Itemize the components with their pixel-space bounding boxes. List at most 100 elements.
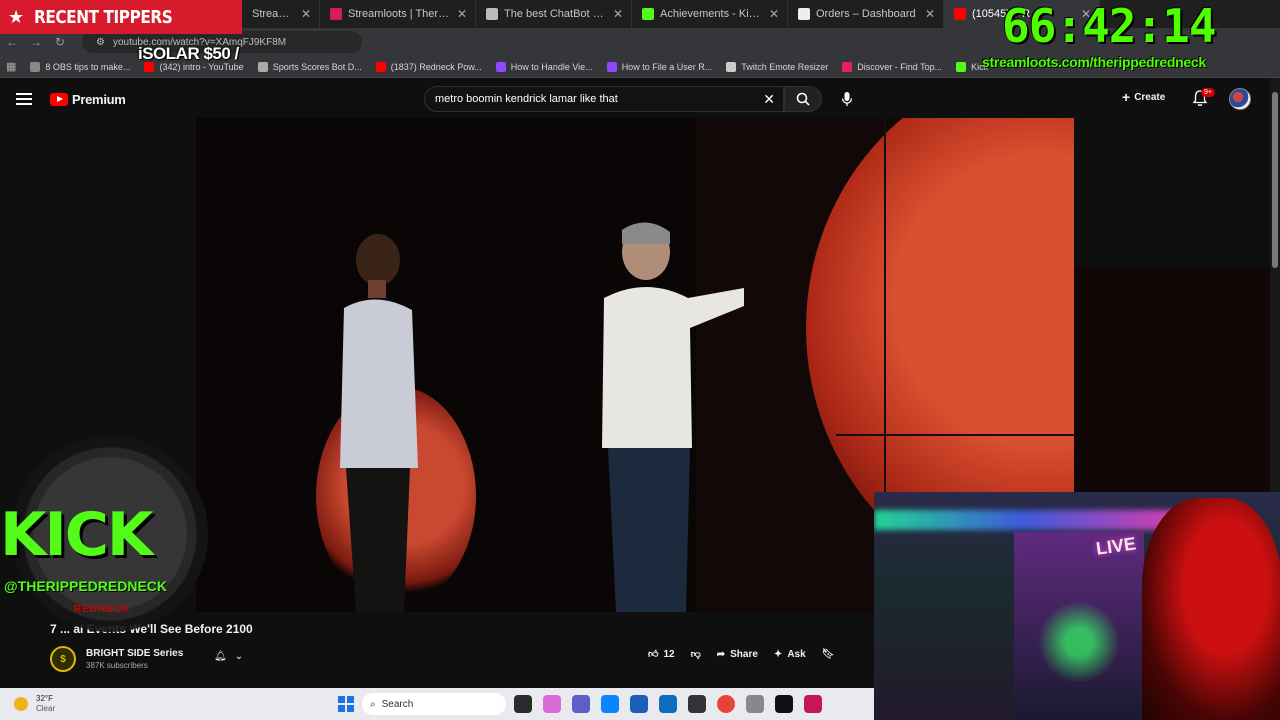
subscription-bell-button[interactable]: 🔔︎ ⌄ — [214, 651, 243, 662]
share-icon: ➦ — [716, 648, 726, 660]
like-count: 12 — [663, 648, 675, 660]
chrome-icon[interactable] — [717, 695, 735, 713]
create-button[interactable]: + Create — [1122, 89, 1165, 105]
channel-info[interactable]: $ BRIGHT SIDE Series 387K subscribers — [50, 646, 183, 672]
taskbar-search[interactable]: ⌕ Search — [362, 693, 506, 715]
bookmark-icon — [495, 61, 506, 72]
bookmark-item[interactable]: Discover - Find Top... — [842, 61, 942, 72]
bookmark-label: How to Handle Vie... — [510, 61, 593, 72]
kick-handle: @THERIPPEDREDNECK — [4, 578, 168, 594]
bookmark-item[interactable]: How to Handle Vie... — [495, 61, 593, 72]
store-icon[interactable] — [630, 695, 648, 713]
star-icon: ★ — [8, 6, 25, 27]
sparkle-icon: ✦ — [773, 648, 783, 660]
tab-streamelements[interactable]: StreamElements - ripppedredne ✕ — [242, 0, 320, 28]
tab-title: Orders – Dashboard — [816, 8, 916, 20]
webcam-gaming-chair — [1142, 498, 1280, 720]
bookmark-icon — [726, 61, 737, 72]
bookmark-label: (1837) Redneck Pow... — [390, 61, 482, 72]
voice-search-button[interactable] — [834, 86, 860, 112]
logo-text: Premium — [72, 91, 126, 107]
tab-title: The best ChatBot and Widgets — [504, 8, 607, 20]
thumbs-up-icon: 👍︎ — [648, 649, 659, 660]
channel-name[interactable]: BRIGHT SIDE Series — [86, 648, 183, 659]
close-icon[interactable]: ✕ — [925, 7, 935, 21]
taskbar-apps — [514, 695, 822, 713]
teams-icon[interactable] — [572, 695, 590, 713]
tab-kick-achievements[interactable]: Achievements - Kick Dashboar ✕ — [632, 0, 788, 28]
weather-widget[interactable]: 32°F Clear — [14, 694, 55, 714]
webcam-neon-strip — [874, 510, 1174, 530]
video-presenter-woman — [340, 234, 418, 612]
webcam-green-glow — [1024, 602, 1134, 682]
youtube-play-icon — [50, 92, 68, 106]
bookmark-item[interactable]: 8 OBS tips to make... — [30, 61, 130, 72]
share-button[interactable]: ➦ Share — [717, 649, 758, 660]
close-icon[interactable]: ✕ — [613, 7, 623, 21]
search-icon — [796, 92, 810, 106]
forward-icon[interactable]: → — [24, 35, 48, 49]
bookmark-item[interactable]: How to File a User R... — [606, 61, 712, 72]
search-button[interactable] — [784, 86, 822, 112]
subscriber-count: 387K subscribers — [86, 661, 148, 670]
outlook-icon[interactable] — [659, 695, 677, 713]
app-icon[interactable] — [775, 695, 793, 713]
kick-logo-text: KICK — [0, 500, 153, 570]
plus-icon: + — [1122, 89, 1131, 105]
youtube-icon — [954, 8, 966, 20]
search-input[interactable]: metro boomin kendrick lamar like that ✕ — [424, 86, 784, 112]
ask-button[interactable]: ✦ Ask — [774, 649, 806, 660]
notification-count-badge: 9+ — [1201, 88, 1215, 97]
obs-icon[interactable] — [688, 695, 706, 713]
taskbar-search-label: Search — [381, 698, 414, 710]
streamloots-url: streamloots.com/therippedredneck — [982, 54, 1206, 70]
tab-chatbot[interactable]: The best ChatBot and Widgets ✕ — [476, 0, 632, 28]
like-button[interactable]: 👍︎ 12 — [648, 648, 675, 661]
tab-streamloots[interactable]: Streamloots | Therippedredne ✕ — [320, 0, 476, 28]
temperature: 32°F — [36, 694, 53, 703]
chevron-down-icon: ⌄ — [234, 651, 244, 662]
thumbs-down-icon: 👎︎ — [690, 649, 701, 660]
back-icon[interactable]: ← — [0, 35, 24, 49]
chatbot-icon — [486, 8, 498, 20]
channel-avatar[interactable]: $ — [50, 646, 76, 672]
task-view-icon[interactable] — [514, 695, 532, 713]
tab-title: StreamElements - ripppedredne — [252, 8, 295, 20]
bookmark-icon — [956, 61, 967, 72]
bookmark-item[interactable]: (1837) Redneck Pow... — [375, 61, 482, 72]
reload-icon[interactable]: ↻ — [48, 35, 72, 49]
bookmark-label: Twitch Emote Resizer — [741, 61, 829, 72]
kick-overlay-badge: KICK @THERIPPEDREDNECK REDNECK — [0, 436, 224, 636]
emblem-text: REDNECK — [74, 604, 131, 615]
clear-search-icon[interactable]: ✕ — [763, 91, 775, 108]
tip-ticker: iSOLAR $50 / — [138, 44, 239, 63]
tab-orders[interactable]: Orders – Dashboard ✕ — [788, 0, 944, 28]
bell-icon: 🔔︎ — [214, 651, 227, 662]
bookmark-label: Sports Scores Bot D... — [272, 61, 362, 72]
dislike-button[interactable]: 👎︎ — [691, 648, 701, 660]
weather-condition: Clear — [36, 704, 56, 713]
close-icon[interactable]: ✕ — [769, 7, 779, 21]
copilot-icon[interactable] — [543, 695, 561, 713]
bookmark-icon — [257, 61, 268, 72]
app-icon[interactable] — [804, 695, 822, 713]
close-icon[interactable]: ✕ — [301, 7, 311, 21]
bookmark-item[interactable]: Twitch Emote Resizer — [726, 61, 829, 72]
edge-icon[interactable] — [601, 695, 619, 713]
close-icon[interactable]: ✕ — [457, 7, 467, 21]
bookmark-item[interactable]: Sports Scores Bot D... — [257, 61, 362, 72]
menu-icon[interactable] — [16, 93, 32, 105]
site-info-icon[interactable]: ⚙ — [96, 37, 105, 48]
create-label: Create — [1134, 91, 1166, 103]
streamloots-icon — [330, 8, 342, 20]
microphone-icon — [841, 92, 853, 106]
weather-moon-icon — [14, 697, 28, 711]
kick-icon — [642, 8, 654, 20]
scrollbar-thumb[interactable] — [1272, 92, 1278, 268]
start-button[interactable] — [338, 696, 354, 712]
apps-grid-icon[interactable]: ▦ — [6, 60, 16, 73]
app-icon[interactable] — [746, 695, 764, 713]
save-button[interactable]: 🔖︎ — [822, 649, 835, 660]
youtube-logo[interactable]: Premium — [50, 92, 126, 107]
account-avatar[interactable] — [1229, 88, 1251, 110]
